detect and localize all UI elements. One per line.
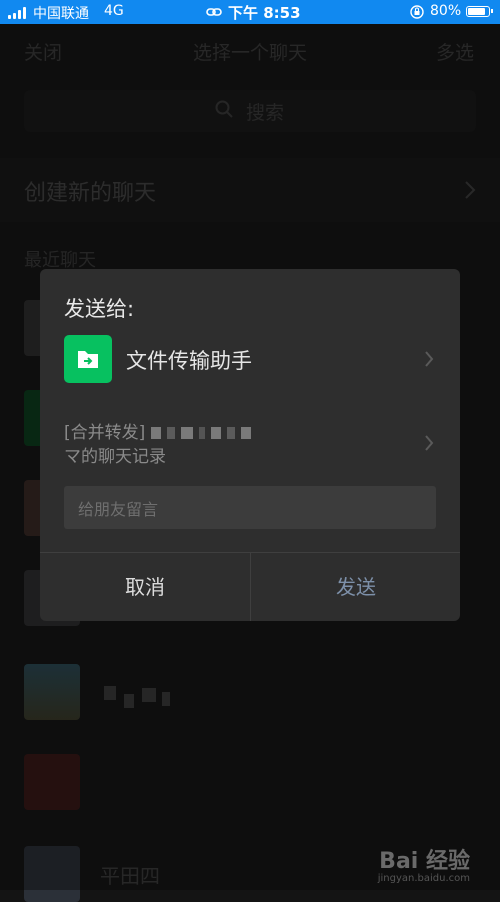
battery-icon: [466, 6, 493, 17]
forward-label: [合并转发]: [64, 423, 146, 443]
masked-name: [151, 427, 162, 439]
cancel-button[interactable]: 取消: [40, 553, 250, 621]
dialog-title: 发送给:: [64, 297, 135, 321]
forward-detail: マ的聊天记录: [64, 447, 166, 467]
send-to-dialog: 发送给: 文件传输助手 [合并转发] マ的聊天记录 给朋友留言 取消 发送: [40, 269, 460, 621]
network-type: 4G: [104, 3, 124, 19]
file-transfer-assistant-icon: [64, 335, 112, 383]
masked-name: [211, 427, 222, 439]
recipient-name[interactable]: 文件传输助手: [126, 345, 252, 375]
carrier-label: 中国联通: [33, 6, 89, 22]
battery-percent: 80%: [430, 3, 462, 19]
masked-name: [181, 427, 194, 439]
message-input[interactable]: 给朋友留言: [64, 486, 436, 529]
forward-message-preview: [合并转发] マ的聊天记录: [64, 421, 404, 469]
rotation-lock-icon: [410, 5, 424, 19]
masked-name: [199, 427, 206, 439]
link-icon: [206, 8, 222, 16]
chevron-right-icon[interactable]: [424, 350, 434, 368]
dialog-actions: 取消 发送: [40, 552, 460, 621]
send-button[interactable]: 发送: [250, 553, 460, 621]
watermark-brand: Bai 经验: [379, 849, 470, 874]
status-bar: 中国联通 4G 下午 8:53 80%: [0, 0, 500, 24]
masked-name: [167, 427, 176, 439]
chevron-right-icon[interactable]: [424, 434, 434, 452]
masked-name: [227, 427, 236, 439]
watermark: Bai 经验 jingyan.baidu.com: [378, 843, 470, 884]
masked-name: [241, 427, 252, 439]
signal-icon: [8, 7, 28, 19]
clock: 下午 8:53: [228, 4, 301, 22]
watermark-url: jingyan.baidu.com: [377, 873, 470, 884]
